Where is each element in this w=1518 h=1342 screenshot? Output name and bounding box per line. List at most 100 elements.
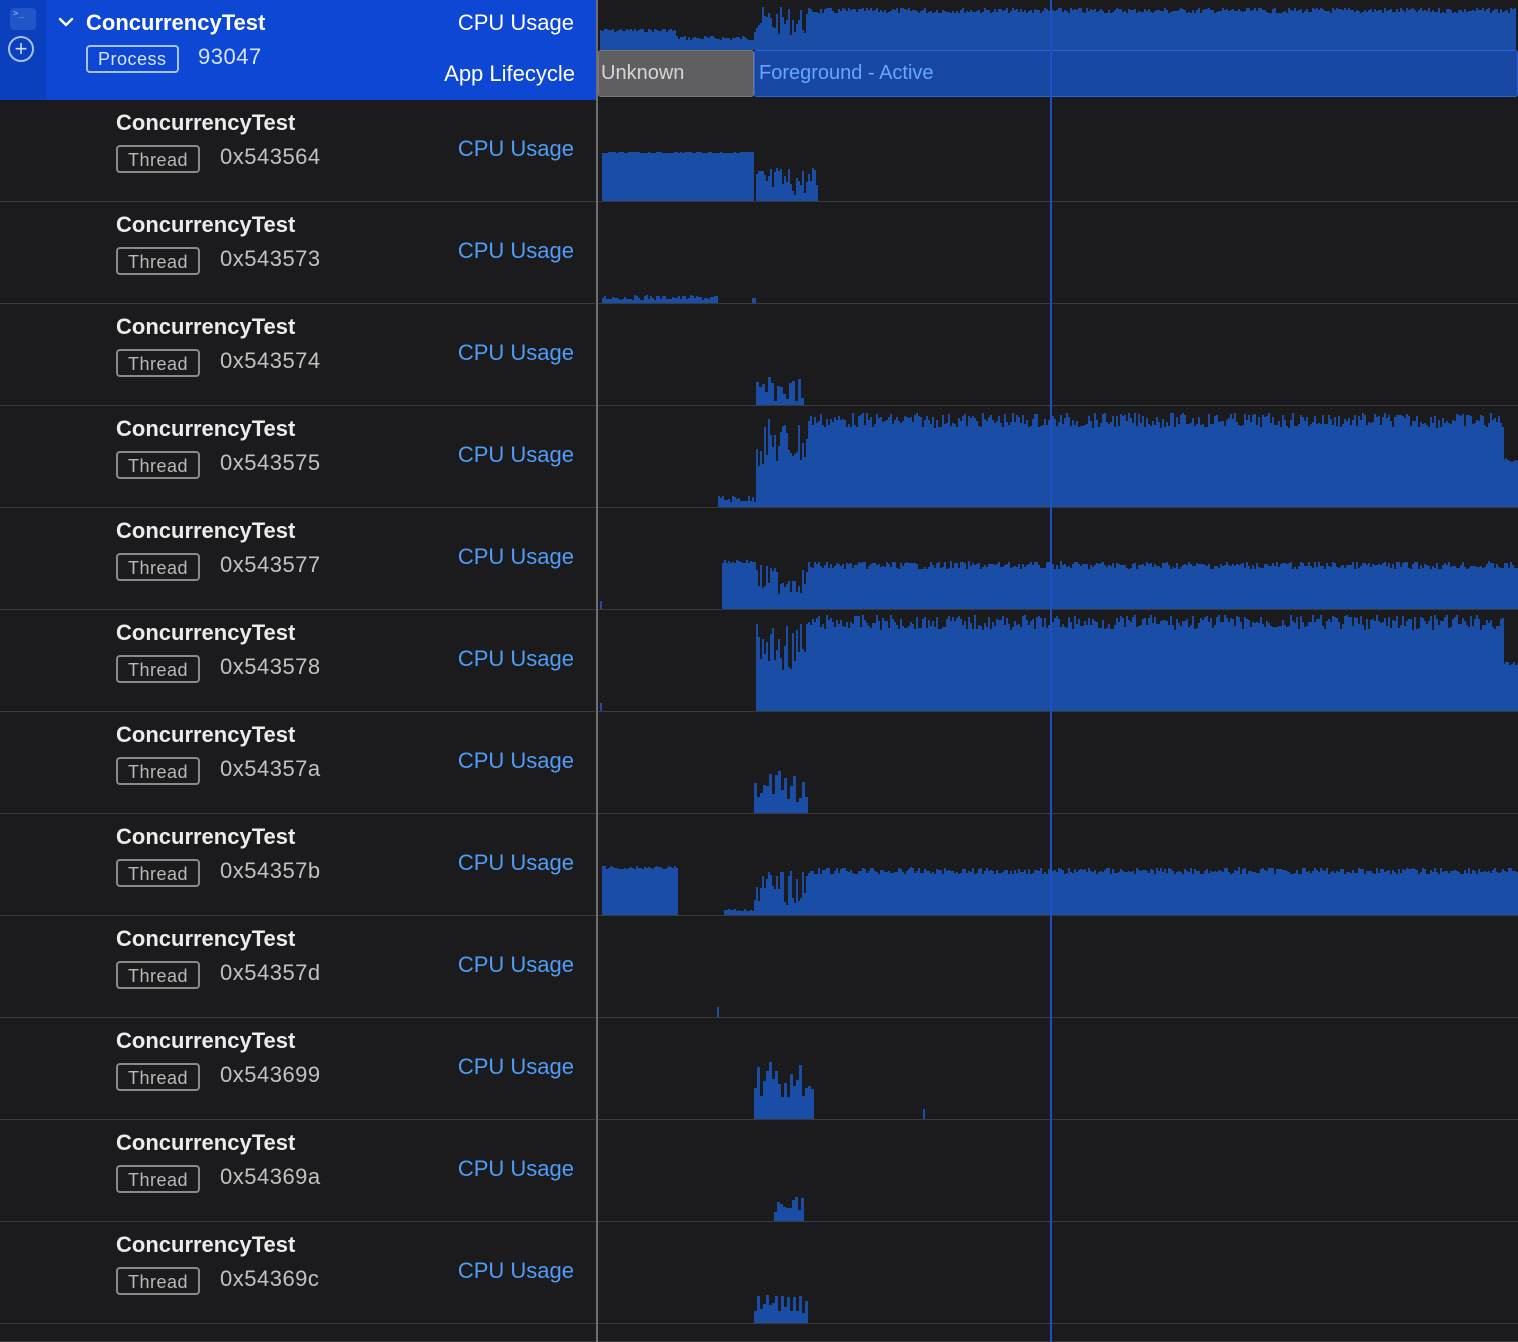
cpu-bar <box>960 10 962 50</box>
cpu-bar <box>1012 413 1014 507</box>
cpu-bar <box>760 565 762 609</box>
thread-label-pane[interactable]: ConcurrencyTest Thread 0x54357d CPU Usag… <box>0 916 596 1017</box>
thread-row[interactable]: ConcurrencyTest Thread 0x543573 CPU Usag… <box>0 202 1518 304</box>
cpu-bar <box>1462 618 1464 711</box>
thread-label-pane[interactable]: ConcurrencyTest Thread 0x543577 CPU Usag… <box>0 508 596 609</box>
thread-label-pane[interactable]: ConcurrencyTest Thread 0x54369c CPU Usag… <box>0 1222 596 1323</box>
thread-row[interactable]: ConcurrencyTest Thread 0x54357a CPU Usag… <box>0 712 1518 814</box>
process-cpu-usage-label[interactable]: CPU Usage <box>458 10 574 36</box>
cpu-bar <box>1120 414 1122 507</box>
thread-track[interactable] <box>598 406 1518 507</box>
thread-name: ConcurrencyTest <box>116 110 296 135</box>
thread-label-pane[interactable]: ConcurrencyTest Thread 0x54369a CPU Usag… <box>0 1120 596 1221</box>
cpu-usage-label[interactable]: CPU Usage <box>458 340 574 366</box>
cpu-bar <box>670 153 672 201</box>
cpu-bar <box>1336 618 1338 711</box>
cpu-bar <box>1266 12 1268 50</box>
cpu-usage-label[interactable]: CPU Usage <box>458 1258 574 1284</box>
thread-track[interactable] <box>598 814 1518 915</box>
thread-label-pane[interactable]: ConcurrencyTest Thread 0x543699 CPU Usag… <box>0 1018 596 1119</box>
cpu-bar <box>846 427 848 507</box>
cpu-bar <box>1226 618 1228 711</box>
cpu-bar <box>1318 619 1320 711</box>
thread-row[interactable]: ConcurrencyTest Thread 0x543564 CPU Usag… <box>0 100 1518 202</box>
thread-row[interactable]: ConcurrencyTest Thread 0x543574 CPU Usag… <box>0 304 1518 406</box>
cpu-bar <box>1132 423 1134 507</box>
thread-label-pane[interactable]: ConcurrencyTest Thread 0x543575 CPU Usag… <box>0 406 596 507</box>
cpu-usage-label[interactable]: CPU Usage <box>458 136 574 162</box>
cpu-bar <box>1264 627 1266 711</box>
thread-label-pane[interactable]: ConcurrencyTest Thread 0x543574 CPU Usag… <box>0 304 596 405</box>
thread-track[interactable] <box>598 916 1518 1017</box>
add-circle-icon[interactable]: + <box>8 36 34 62</box>
thread-track[interactable] <box>598 1222 1518 1323</box>
thread-track[interactable] <box>598 610 1518 711</box>
cpu-usage-label[interactable]: CPU Usage <box>458 952 574 978</box>
cpu-usage-label[interactable]: CPU Usage <box>458 748 574 774</box>
cpu-bar <box>1112 629 1114 711</box>
cpu-usage-label[interactable]: CPU Usage <box>458 646 574 672</box>
cpu-bar <box>1150 426 1152 507</box>
cpu-bar <box>948 414 950 507</box>
cpu-bar <box>606 869 608 915</box>
cpu-bar <box>1446 421 1448 507</box>
cpu-usage-label[interactable]: CPU Usage <box>458 1054 574 1080</box>
process-track[interactable]: Unknown Foreground - Active <box>598 0 1518 100</box>
process-row[interactable]: >_ + ConcurrencyTest Process 93047 CPU U… <box>0 0 1518 100</box>
app-lifecycle-label[interactable]: App Lifecycle <box>444 61 575 87</box>
cpu-bar <box>1264 564 1266 609</box>
cpu-bar <box>790 184 792 201</box>
cpu-bar <box>1086 872 1088 915</box>
thread-track[interactable] <box>598 1018 1518 1119</box>
process-label-pane[interactable]: >_ + ConcurrencyTest Process 93047 CPU U… <box>0 0 596 100</box>
cpu-bar <box>684 152 686 201</box>
cpu-bar <box>1274 425 1276 507</box>
thread-track[interactable] <box>598 1120 1518 1221</box>
thread-label-pane[interactable]: ConcurrencyTest Thread 0x543573 CPU Usag… <box>0 202 596 303</box>
thread-track[interactable] <box>598 202 1518 303</box>
cpu-usage-label[interactable]: CPU Usage <box>458 238 574 264</box>
thread-row[interactable]: ConcurrencyTest Thread 0x54357b CPU Usag… <box>0 814 1518 916</box>
thread-label-pane[interactable]: ConcurrencyTest Thread 0x54357a CPU Usag… <box>0 712 596 813</box>
thread-track[interactable] <box>598 712 1518 813</box>
thread-label-pane[interactable]: ConcurrencyTest Thread 0x543564 CPU Usag… <box>0 100 596 201</box>
cpu-bar <box>1038 427 1040 507</box>
cpu-usage-label[interactable]: CPU Usage <box>458 442 574 468</box>
thread-track[interactable] <box>598 100 1518 201</box>
thread-row[interactable]: ConcurrencyTest Thread 0x54357d CPU Usag… <box>0 916 1518 1018</box>
cpu-bar <box>954 13 956 50</box>
cpu-bar <box>866 623 868 711</box>
thread-row[interactable]: ConcurrencyTest Thread 0x543577 CPU Usag… <box>0 508 1518 610</box>
thread-row[interactable]: ConcurrencyTest Thread 0x543578 CPU Usag… <box>0 610 1518 712</box>
cpu-usage-label[interactable]: CPU Usage <box>458 544 574 570</box>
cpu-bar <box>766 17 768 50</box>
cpu-bar <box>1156 417 1158 507</box>
cpu-usage-label[interactable]: CPU Usage <box>458 1156 574 1182</box>
timeline-cursor[interactable] <box>1050 0 1052 1342</box>
cpu-usage-label[interactable]: CPU Usage <box>458 850 574 876</box>
cpu-bar <box>1236 422 1238 507</box>
thread-label-pane[interactable]: ConcurrencyTest Thread 0x54357b CPU Usag… <box>0 814 596 915</box>
chevron-down-icon[interactable] <box>56 12 76 32</box>
cpu-bar <box>1066 567 1068 609</box>
thread-row[interactable]: ConcurrencyTest Thread 0x54369a CPU Usag… <box>0 1120 1518 1222</box>
thread-track[interactable] <box>598 508 1518 609</box>
cpu-bar <box>1062 424 1064 507</box>
thread-row[interactable]: ConcurrencyTest Thread 0x54369c CPU Usag… <box>0 1222 1518 1324</box>
lifecycle-foreground-segment[interactable]: Foreground - Active <box>754 50 1518 97</box>
thread-label-pane[interactable]: ConcurrencyTest Thread 0x543578 CPU Usag… <box>0 610 596 711</box>
cpu-bar <box>826 8 828 50</box>
cpu-bar <box>1360 869 1362 915</box>
cpu-bar <box>1184 415 1186 507</box>
lifecycle-unknown-segment[interactable]: Unknown <box>598 50 754 97</box>
pane-divider[interactable] <box>596 0 598 1342</box>
cpu-bar <box>1204 427 1206 507</box>
cpu-bar <box>1480 630 1482 711</box>
thread-row[interactable]: ConcurrencyTest Thread 0x543699 CPU Usag… <box>0 1018 1518 1120</box>
cpu-bar <box>1294 567 1296 609</box>
thread-track[interactable] <box>598 304 1518 405</box>
cpu-bar <box>924 8 926 50</box>
cpu-bar <box>1432 10 1434 50</box>
process-cpu-graph <box>600 7 1516 50</box>
thread-row[interactable]: ConcurrencyTest Thread 0x543575 CPU Usag… <box>0 406 1518 508</box>
